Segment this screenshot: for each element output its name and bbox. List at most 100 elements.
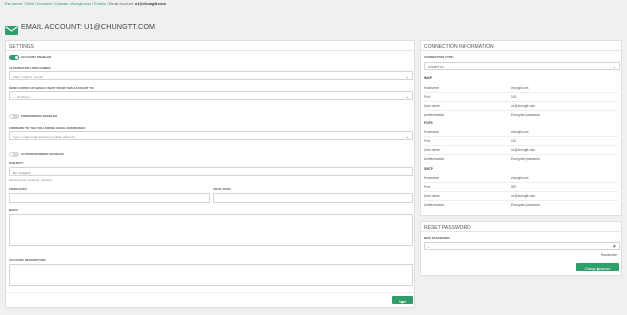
connection-type-label: CONNECTION TYPE:	[424, 55, 454, 59]
subject-input[interactable]: Re: (subject)	[9, 167, 413, 176]
imap-section-title: IMAP	[424, 76, 432, 80]
smtp-username-key: User name:	[424, 194, 441, 198]
send-copies-select[interactable]: — Nowhere — ⌄	[9, 91, 413, 100]
smtp-port-value: 587	[511, 185, 517, 189]
pop3-port-value: 110	[511, 139, 517, 143]
forwarding-label: FORWARDING ENABLED	[21, 114, 58, 118]
pop3-port-key: Port:	[424, 139, 431, 143]
breadcrumb-current: u1@chungtt.com	[134, 2, 166, 6]
smtp-port-key: Port:	[424, 185, 431, 189]
smtp-hostname-value: chungtt.com	[511, 176, 529, 180]
breadcrumb-separator: /	[34, 2, 36, 6]
reset-password-header: RESET PASSWORD	[421, 222, 621, 232]
imap-auth-value: Encrypted password	[511, 113, 540, 117]
description-textarea[interactable]	[9, 264, 413, 286]
row-divider	[424, 154, 618, 155]
pop3-section-title: POP3	[424, 121, 433, 125]
pop3-username-key: User name:	[424, 148, 441, 152]
imap-hostname-value: chungtt.com	[511, 86, 529, 90]
chevron-down-icon: ⌄	[405, 133, 409, 139]
pop3-username-value: u1@chungtt.com	[511, 148, 536, 152]
alt-names-label: ALTERNATIVE USER NAMES:	[9, 66, 52, 70]
alt-names-placeholder: Alias, mailbox, sender...	[13, 74, 46, 79]
reset-password-panel: RESET PASSWORD NEW PASSWORD: • ◉ Randomi…	[420, 221, 622, 276]
smtp-section-title: SMTP	[424, 167, 433, 171]
row-divider	[424, 136, 618, 137]
from-date-label: FROM DATE:	[9, 187, 28, 191]
pop3-auth-key: Authentication:	[424, 157, 446, 161]
forward-to-placeholder: Type a valid email address (multiple all…	[13, 134, 75, 139]
breadcrumb-emails[interactable]: Emails	[94, 2, 105, 6]
breadcrumb-separator: /	[92, 2, 94, 6]
chevron-down-icon: ⌄	[405, 93, 409, 99]
envelope-icon	[5, 22, 18, 40]
settings-header: SETTINGS	[6, 41, 414, 51]
smtp-username-value: u1@chungtt.com	[511, 194, 536, 198]
change-password-button[interactable]: ⚷ Change password	[576, 263, 619, 271]
breadcrumb-current-prefix: Email Account:	[108, 2, 134, 6]
autoresponder-label: AUTORESPONDER ENABLED	[21, 152, 64, 156]
connection-type-value: STARTTLS	[428, 65, 444, 69]
row-divider	[424, 182, 618, 183]
account-enabled-label: ACCOUNT ENABLED	[21, 55, 52, 59]
send-copies-value: — Nowhere —	[13, 94, 34, 99]
pop3-auth-value: Encrypted password	[511, 157, 540, 161]
breadcrumb-domains[interactable]: Domains	[37, 2, 52, 6]
chevron-down-icon: ⌄	[612, 64, 616, 69]
change-password-label: Change password	[584, 266, 611, 271]
send-copies-label: SEND COPIES OF EMAILS SENT FROM THIS ACC…	[9, 86, 95, 90]
subject-value: Re: (subject)	[13, 170, 31, 175]
subject-label: SUBJECT:	[9, 161, 24, 165]
imap-hostname-key: Hostname:	[424, 86, 440, 90]
chevron-down-icon: ⌄	[405, 73, 409, 79]
forward-to-label: FORWARD TO THE FOLLOWING EMAIL ADDRESSES…	[9, 126, 86, 130]
page-title: EMAIL ACCOUNT: U1@CHUNGTT.COM	[21, 22, 156, 31]
connection-type-select[interactable]: STARTTLS ⌄	[424, 62, 620, 70]
row-divider	[424, 200, 618, 201]
body-label: BODY:	[9, 208, 19, 212]
breadcrumb-domain[interactable]: Domain: chungtt.com	[55, 2, 91, 6]
forwarding-toggle[interactable]	[9, 114, 19, 119]
connection-header: CONNECTION INFORMATION	[421, 41, 621, 51]
imap-auth-key: Authentication:	[424, 113, 446, 117]
row-divider	[424, 92, 618, 93]
breadcrumb-separator: /	[106, 2, 108, 6]
row-divider	[424, 145, 618, 146]
autoresponder-toggle[interactable]	[9, 152, 19, 157]
description-label: ACCOUNT DESCRIPTION:	[9, 258, 47, 262]
body-textarea[interactable]	[9, 214, 413, 246]
row-divider	[424, 101, 618, 102]
breadcrumb-separator: /	[23, 2, 25, 6]
row-divider	[424, 110, 618, 111]
forward-to-select[interactable]: Type a valid email address (multiple all…	[9, 131, 413, 140]
new-password-input[interactable]: • ◉	[424, 242, 620, 250]
breadcrumb-separator: /	[52, 2, 55, 6]
imap-port-value: 143	[511, 95, 517, 99]
new-password-value: •	[428, 244, 430, 249]
subject-hint: Allowed tags: (subject), (sender)	[9, 178, 53, 182]
row-divider	[424, 191, 618, 192]
connection-panel: CONNECTION INFORMATION CONNECTION TYPE: …	[420, 40, 622, 216]
eye-icon[interactable]: ◉	[613, 244, 616, 248]
breadcrumb-this-server[interactable]: This server	[4, 2, 23, 6]
pop3-hostname-key: Hostname:	[424, 130, 440, 134]
from-date-input[interactable]	[9, 193, 210, 203]
imap-port-key: Port:	[424, 95, 431, 99]
smtp-auth-key: Authentication:	[424, 203, 446, 207]
new-password-label: NEW PASSWORD:	[424, 236, 451, 240]
smtp-hostname-key: Hostname:	[424, 176, 440, 180]
settings-panel: SETTINGS ACCOUNT ENABLED ALTERNATIVE USE…	[5, 40, 415, 308]
imap-username-value: u1@chungtt.com	[511, 104, 536, 108]
save-button[interactable]: ▣ Save	[392, 296, 413, 304]
alt-names-select[interactable]: Alias, mailbox, sender... ⌄	[9, 71, 413, 80]
account-enabled-toggle[interactable]	[9, 55, 19, 60]
imap-username-key: User name:	[424, 104, 441, 108]
footer-divider	[6, 292, 414, 293]
save-label: Save	[398, 299, 407, 304]
randomize-link[interactable]: Randomize	[601, 253, 617, 257]
smtp-auth-value: Encrypted password	[511, 203, 540, 207]
breadcrumb-web[interactable]: Web	[26, 2, 34, 6]
until-date-input[interactable]	[213, 193, 413, 203]
until-date-label: UNTIL DATE:	[213, 187, 232, 191]
pop3-hostname-value: chungtt.com	[511, 130, 529, 134]
